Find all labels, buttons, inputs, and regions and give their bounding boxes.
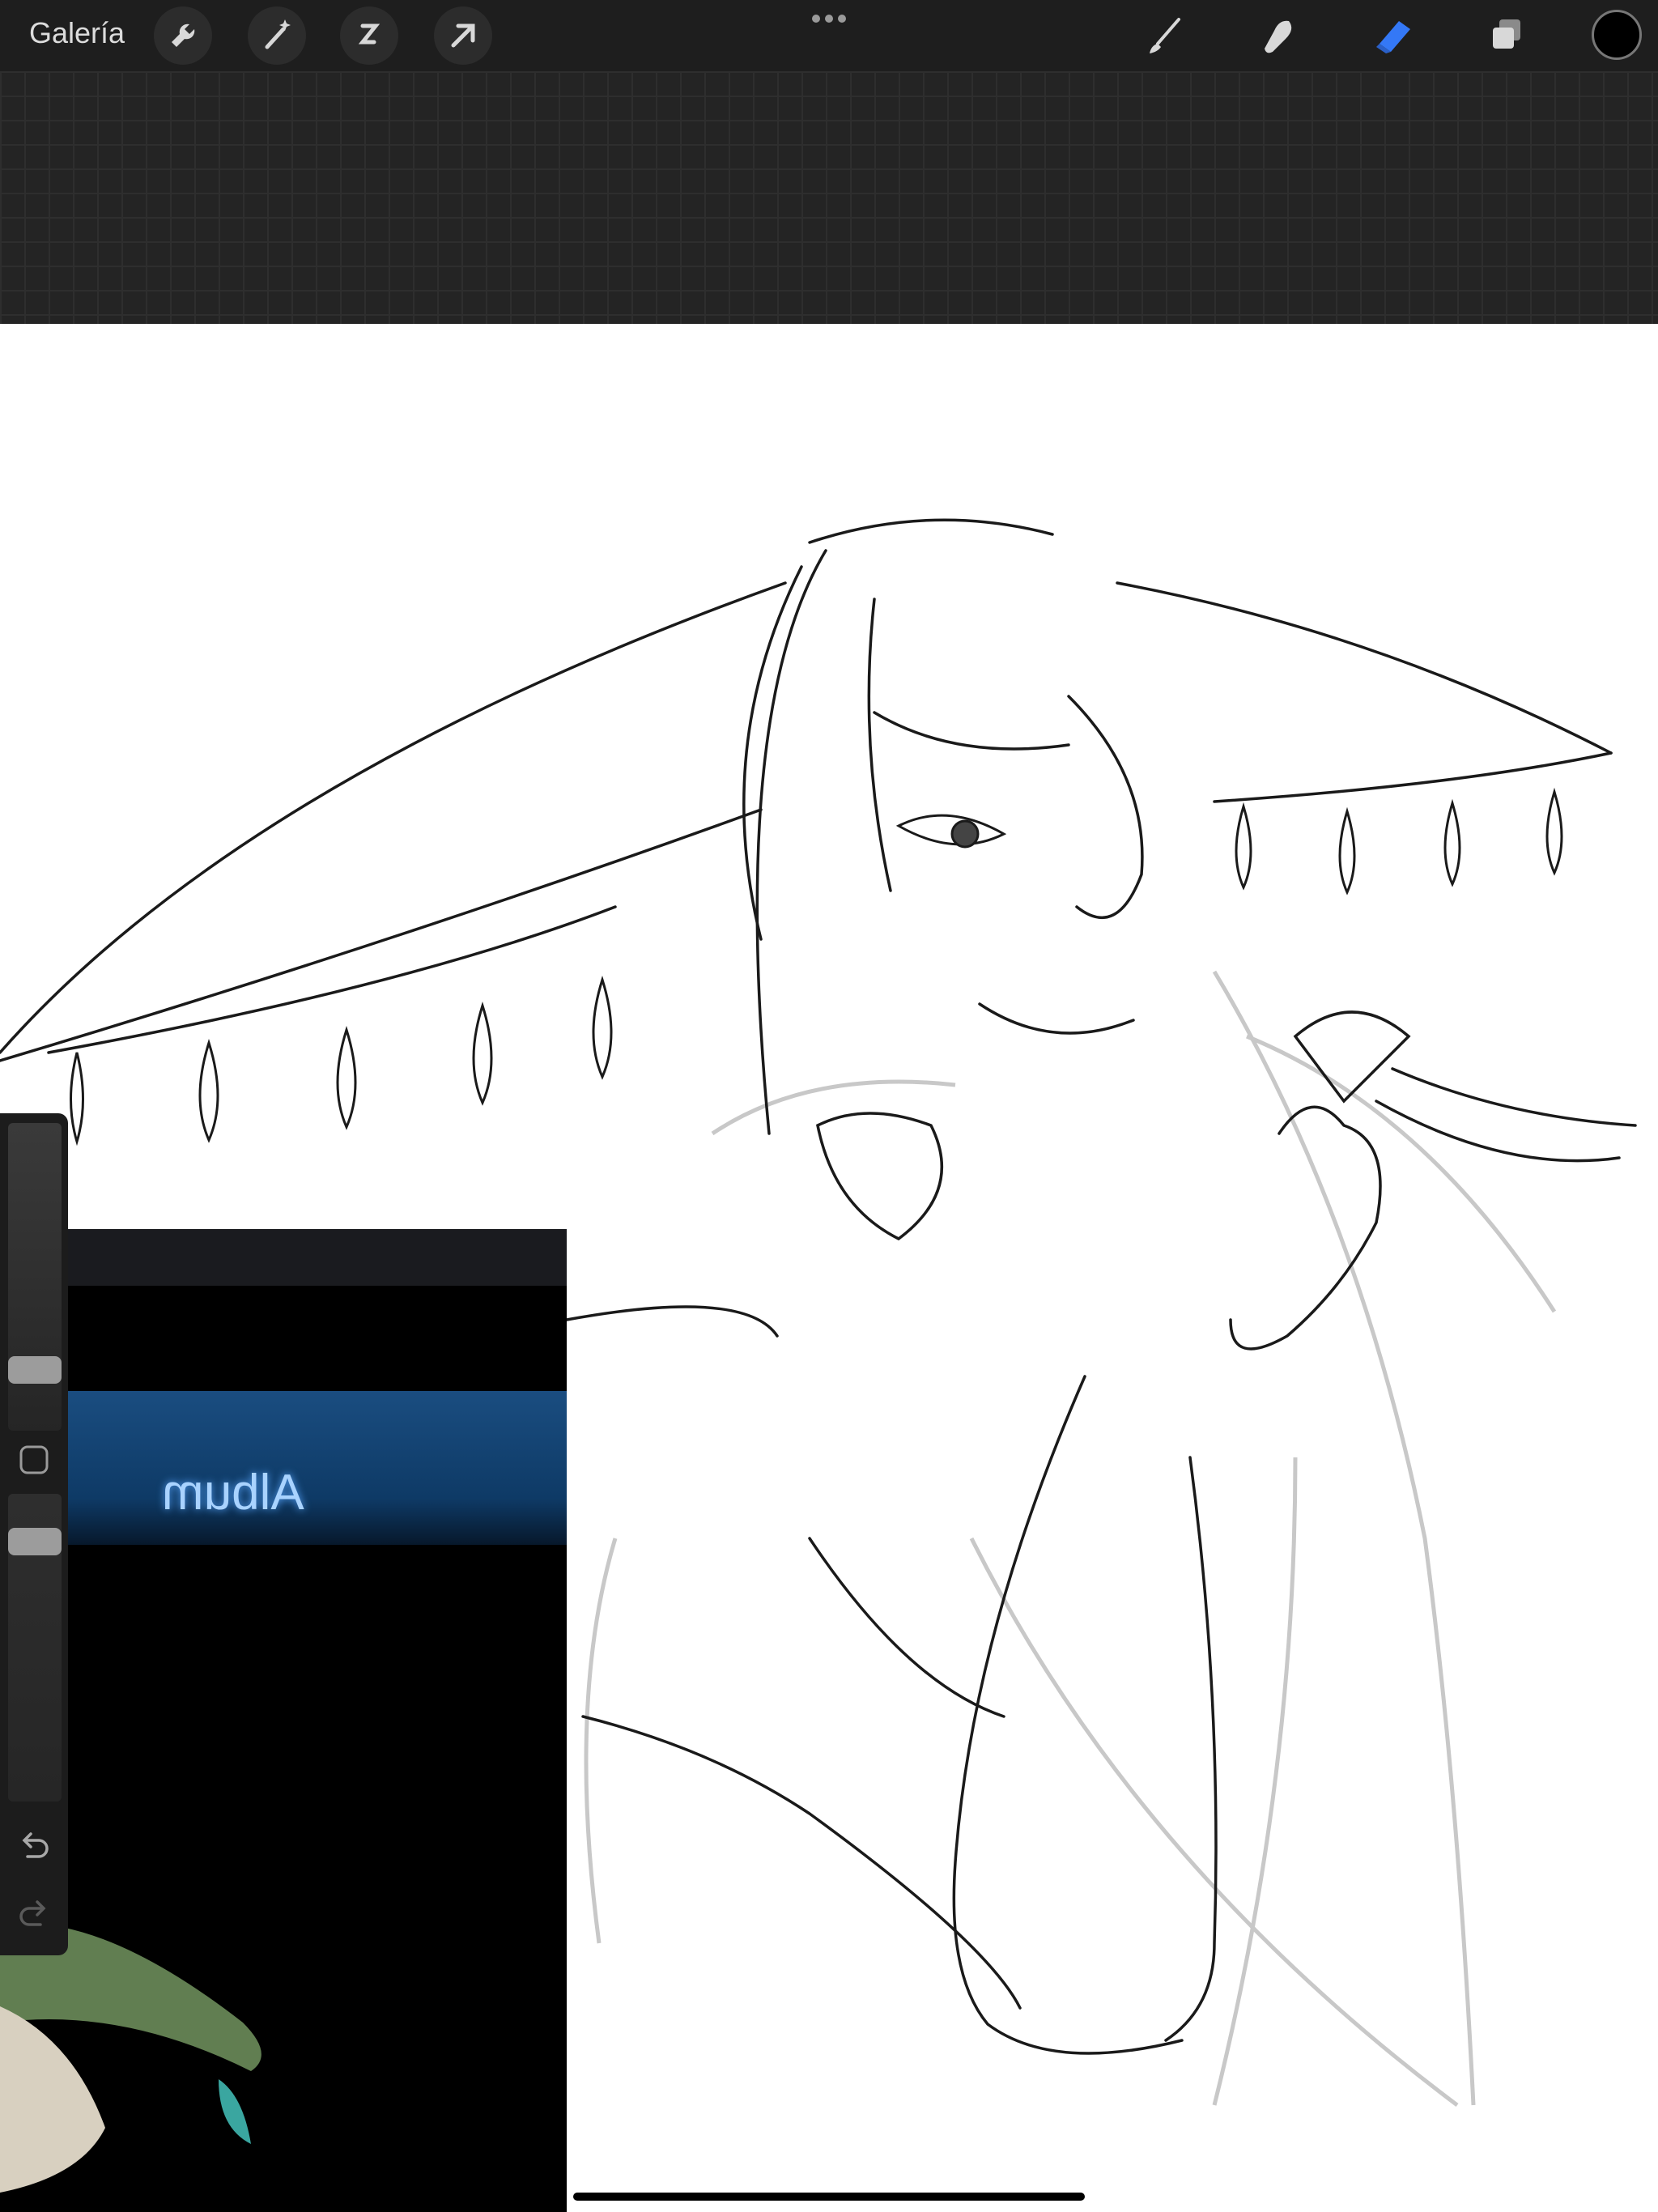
top-toolbar: Galería [0, 0, 1658, 71]
magic-wand-icon[interactable] [248, 6, 306, 65]
eraser-icon[interactable] [1363, 6, 1422, 65]
layers-icon[interactable] [1477, 6, 1535, 65]
brush-icon[interactable] [1137, 6, 1195, 65]
side-slider-panel [0, 1113, 68, 1955]
reference-character-image [0, 1923, 261, 2193]
smudge-icon[interactable] [1250, 6, 1308, 65]
selection-icon[interactable] [340, 6, 398, 65]
wrench-icon[interactable] [154, 6, 212, 65]
canvas-background-grid [0, 71, 1658, 324]
home-indicator[interactable] [573, 2193, 1085, 2201]
gallery-button[interactable]: Galería [29, 16, 125, 50]
opacity-thumb[interactable] [8, 1528, 62, 1555]
more-options-icon[interactable] [806, 6, 852, 31]
undo-icon[interactable] [15, 1826, 53, 1865]
reference-window[interactable]: Album [0, 1229, 567, 2212]
transform-arrow-icon[interactable] [434, 6, 492, 65]
color-picker-button[interactable] [1592, 10, 1642, 60]
brush-size-thumb[interactable] [8, 1356, 62, 1384]
drawing-canvas[interactable]: Album [0, 324, 1658, 2212]
modify-button-icon[interactable] [18, 1444, 50, 1476]
brush-size-slider[interactable] [8, 1123, 62, 1431]
redo-icon[interactable] [15, 1894, 53, 1933]
